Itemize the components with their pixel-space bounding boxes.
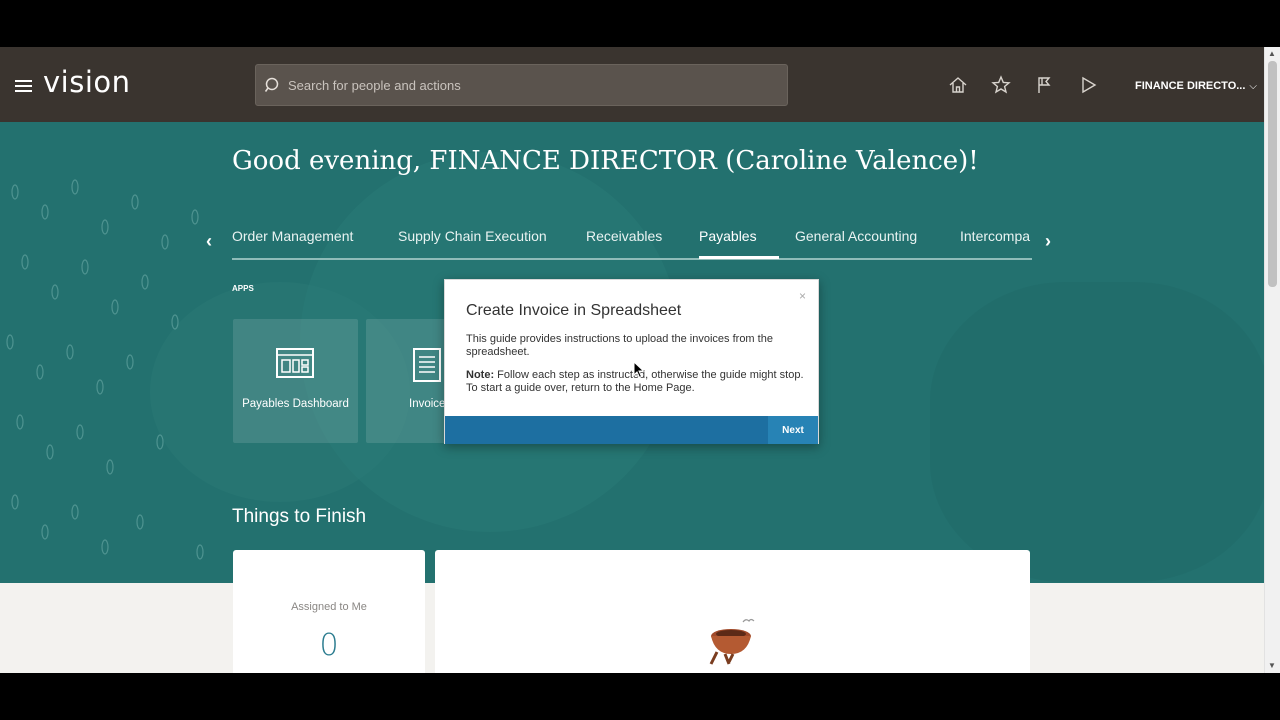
home-icon[interactable]	[948, 75, 968, 95]
tab-supply-chain-execution[interactable]: Supply Chain Execution	[398, 228, 547, 244]
active-tab-indicator	[699, 256, 779, 259]
dialog-body-text: This guide provides instructions to uplo…	[466, 333, 773, 358]
greeting-title: Good evening, FINANCE DIRECTOR (Caroline…	[232, 146, 979, 176]
apps-section-label: APPS	[232, 284, 254, 293]
tab-order-management[interactable]: Order Management	[232, 228, 353, 244]
navigator-menu-icon[interactable]	[15, 80, 32, 92]
tab-payables[interactable]: Payables	[699, 228, 757, 244]
scroll-down-icon[interactable]: ▼	[1268, 661, 1276, 670]
tab-strip: Order Management Supply Chain Execution …	[232, 224, 1032, 254]
guided-journey-dialog: × Create Invoice in Spreadsheet This gui…	[444, 279, 819, 444]
tabs-scroll-right-icon[interactable]: ›	[1045, 231, 1051, 252]
app-tile-label: Payables Dashboard	[242, 398, 349, 410]
vertical-scrollbar[interactable]: ▲ ▼	[1264, 47, 1280, 673]
vision-logo[interactable]: vision	[43, 65, 131, 99]
tab-receivables[interactable]: Receivables	[586, 228, 662, 244]
tab-intercompany[interactable]: Intercompa	[960, 228, 1030, 244]
global-header: vision FINANCE DIRECTO...⌵	[0, 47, 1264, 122]
dashboard-icon	[276, 348, 314, 378]
things-to-finish-title: Things to Finish	[232, 506, 367, 527]
user-menu[interactable]: FINANCE DIRECTO... ⌵	[1135, 80, 1257, 92]
scroll-up-icon[interactable]: ▲	[1268, 49, 1276, 58]
app-tile-payables-dashboard[interactable]: Payables Dashboard	[233, 319, 358, 443]
next-button[interactable]: Next	[768, 416, 818, 444]
dialog-footer: Next	[445, 416, 818, 444]
user-name: FINANCE DIRECTO...	[1135, 80, 1246, 92]
mouse-pointer-icon	[633, 361, 645, 379]
things-to-finish-panel	[435, 550, 1030, 673]
tab-general-accounting[interactable]: General Accounting	[795, 228, 917, 244]
assigned-to-me-count: 0	[319, 628, 339, 663]
assigned-to-me-label: Assigned to Me	[291, 601, 367, 613]
close-icon[interactable]: ×	[799, 289, 806, 303]
background-pattern	[6, 179, 204, 560]
search-icon	[265, 77, 279, 92]
browser-page: vision FINANCE DIRECTO...⌵ Good evening,…	[0, 47, 1280, 673]
notifications-flag-icon[interactable]	[1035, 75, 1055, 95]
search-box[interactable]	[255, 64, 788, 106]
assigned-to-me-card[interactable]: Assigned to Me 0	[233, 550, 425, 673]
background-shape	[930, 282, 1264, 582]
favorites-star-icon[interactable]	[991, 75, 1011, 95]
chevron-down-icon: ⌵	[1249, 81, 1258, 92]
dialog-title: Create Invoice in Spreadsheet	[466, 302, 682, 319]
note-label: Note:	[466, 369, 495, 381]
tabs-scroll-left-icon[interactable]: ‹	[206, 231, 212, 252]
scrollbar-thumb[interactable]	[1268, 61, 1277, 287]
sign-out-play-icon[interactable]	[1079, 75, 1099, 95]
empty-nest-illustration	[709, 618, 755, 665]
search-input[interactable]	[288, 65, 778, 105]
